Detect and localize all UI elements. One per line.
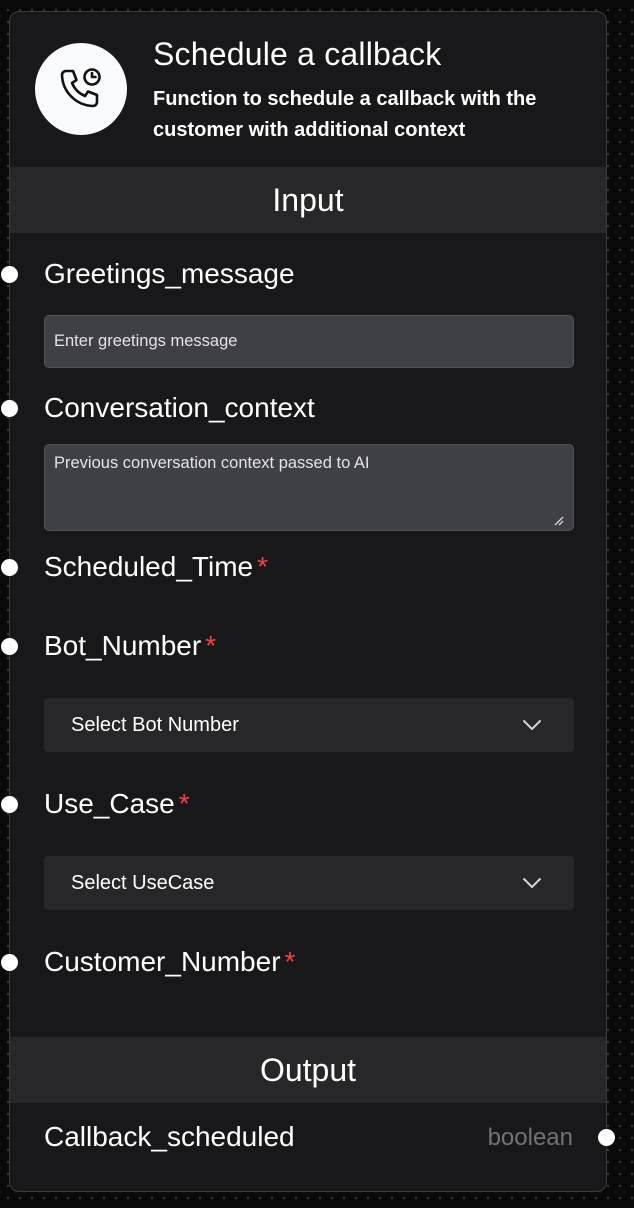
scheduled-time-label: Scheduled_Time * (44, 551, 268, 583)
conversation-context-handle[interactable] (1, 400, 18, 417)
greetings-message-label: Greetings_message (44, 258, 295, 290)
node-title: Schedule a callback (153, 36, 442, 72)
callback-node[interactable]: Schedule a callback Function to schedule… (1, 11, 615, 1192)
customer-number-label-text: Customer_Number (44, 946, 281, 977)
callback-scheduled-label: Callback_scheduled (44, 1121, 295, 1152)
scheduled-time-handle[interactable] (1, 559, 18, 576)
customer-number-label: Customer_Number * (44, 946, 295, 978)
conversation-context-label: Conversation_context (44, 392, 315, 424)
use-case-select[interactable]: Select UseCase (44, 856, 574, 910)
output-section-label: Output (259, 1051, 357, 1088)
greetings-message-input[interactable] (44, 315, 574, 368)
bot-number-handle[interactable] (1, 638, 18, 655)
use-case-handle[interactable] (1, 796, 18, 813)
bot-number-label: Bot_Number * (44, 630, 216, 662)
phone-clock-icon (60, 68, 101, 108)
node-header: Schedule a callback Function to schedule… (10, 12, 606, 167)
required-asterisk: * (257, 551, 268, 582)
scheduled-time-label-text: Scheduled_Time (44, 551, 254, 582)
node-description: Function to schedule a callback with the… (153, 88, 537, 141)
conversation-context-label-text: Conversation_context (44, 392, 315, 423)
bot-number-select-value: Select Bot Number (71, 713, 239, 736)
use-case-label-text: Use_Case (44, 788, 175, 819)
callback-scheduled-handle[interactable] (598, 1129, 615, 1146)
required-asterisk: * (205, 630, 217, 661)
callback-scheduled-type: boolean (487, 1124, 573, 1151)
required-asterisk: * (178, 788, 190, 819)
resize-grip-icon[interactable] (552, 514, 564, 526)
bot-number-select[interactable]: Select Bot Number (44, 698, 574, 752)
use-case-label: Use_Case * (44, 788, 190, 820)
required-asterisk: * (284, 946, 296, 977)
customer-number-handle[interactable] (1, 954, 18, 971)
bot-number-label-text: Bot_Number (44, 630, 202, 661)
chevron-down-icon (523, 720, 541, 730)
node-icon-badge (35, 43, 127, 135)
greetings-message-label-text: Greetings_message (44, 258, 295, 289)
output-section-header: Output (10, 1037, 606, 1103)
input-section-header: Input (10, 167, 606, 233)
use-case-select-value: Select UseCase (71, 871, 215, 894)
chevron-down-icon (523, 878, 541, 888)
input-section-label: Input (272, 181, 344, 218)
greetings-message-handle[interactable] (1, 266, 18, 283)
conversation-context-wrapper (10, 444, 606, 531)
conversation-context-textarea[interactable] (44, 444, 574, 531)
